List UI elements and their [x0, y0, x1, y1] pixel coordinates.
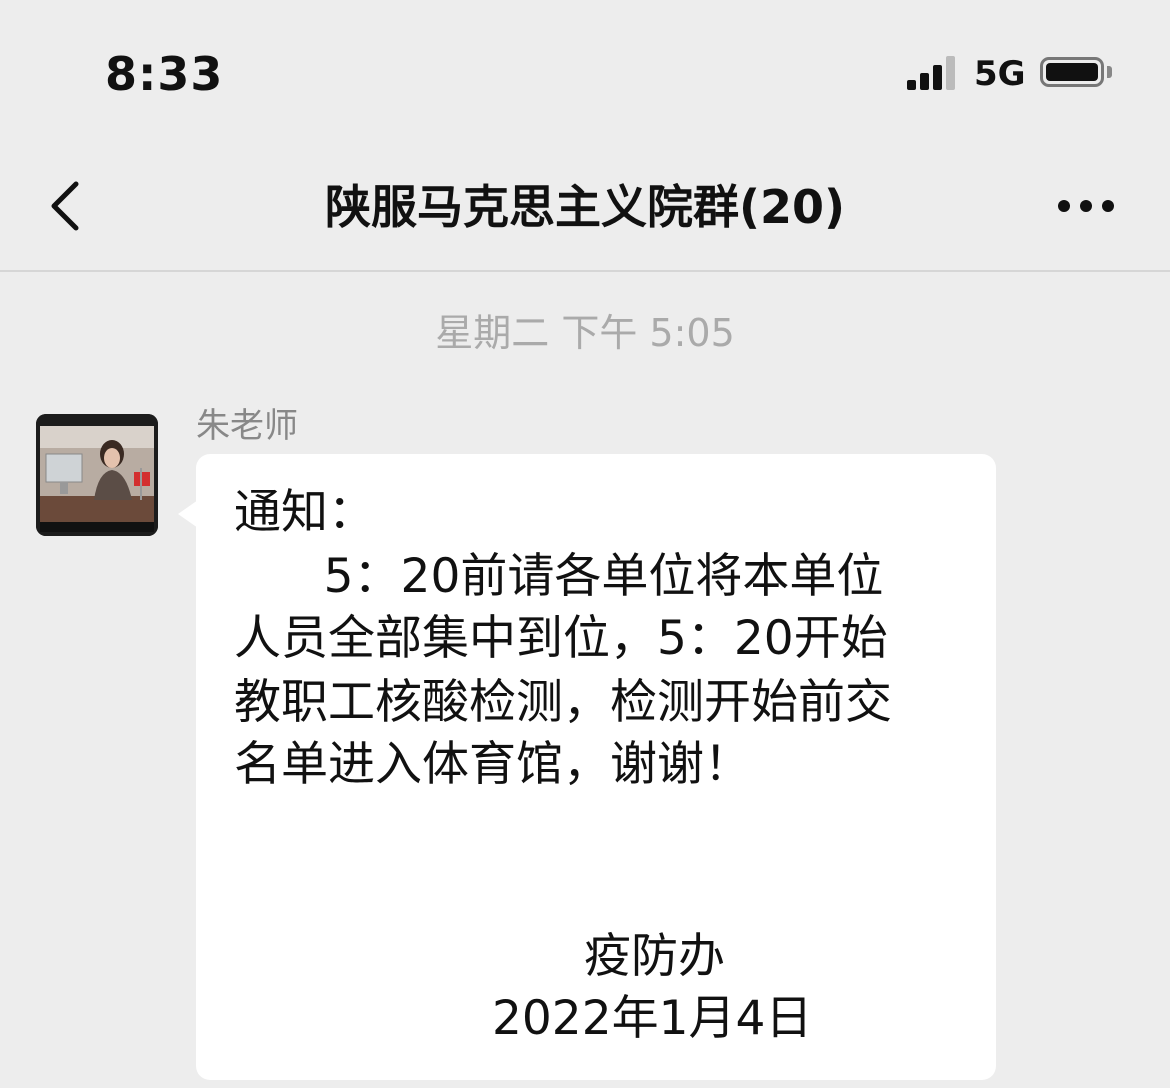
message-line: 5：20前请各单位将本单位: [234, 549, 884, 604]
message-signature: 疫防办: [584, 929, 725, 984]
sender-avatar[interactable]: [36, 414, 158, 536]
message-line: 通知：: [234, 485, 375, 540]
chat-title: 陕服马克思主义院群(20): [324, 180, 846, 234]
more-button[interactable]: [1052, 188, 1120, 224]
message-bubble[interactable]: 通知： 5：20前请各单位将本单位 人员全部集中到位，5：20开始 教职工核酸检…: [196, 454, 996, 1080]
message-line: 教职工核酸检测，检测开始前交: [234, 675, 892, 730]
battery-tip: [1107, 66, 1112, 78]
cellular-signal-icon: [907, 56, 959, 90]
network-type: 5G: [974, 54, 1026, 94]
message-line: 人员全部集中到位，5：20开始: [234, 611, 888, 666]
bubble-tail: [178, 500, 198, 528]
message-timestamp: 星期二 下午 5:05: [435, 311, 735, 355]
status-time: 8:33: [105, 47, 224, 101]
avatar-photo: [36, 414, 158, 536]
battery-icon: [1040, 57, 1104, 87]
nav-bar: 陕服马克思主义院群(20): [0, 140, 1170, 272]
message-line: 名单进入体育馆，谢谢！: [234, 737, 751, 792]
chat-screen: 8:33 5G 陕服马克思主义院群(20) 星期二 下午 5:05 朱老师 通知…: [0, 0, 1170, 1088]
sender-name: 朱老师: [196, 406, 298, 446]
more-dots-icon: [1058, 200, 1114, 212]
message-date: 2022年1月4日: [492, 991, 813, 1046]
